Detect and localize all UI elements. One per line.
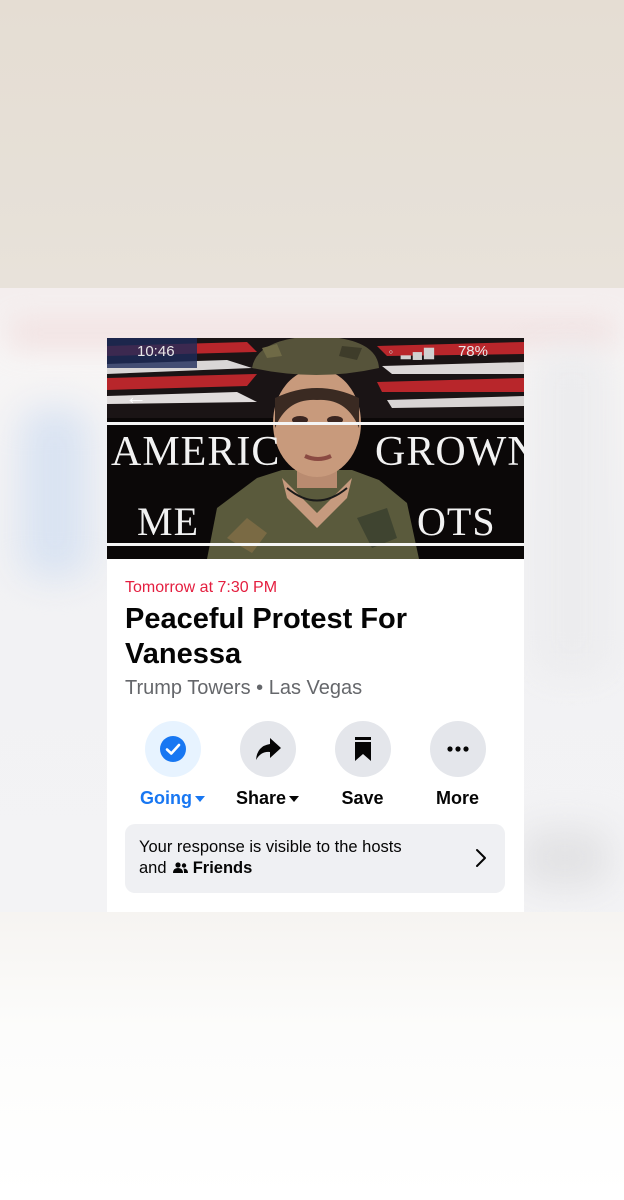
share-icon-circle[interactable]: [239, 721, 296, 777]
banner-text-right-2: OTS: [417, 499, 496, 544]
share-label[interactable]: Share: [220, 787, 315, 809]
blur-blob: [520, 828, 610, 888]
going-button[interactable]: Going: [125, 721, 220, 809]
caret-down-icon: [289, 796, 300, 803]
going-label-text: Going: [140, 788, 192, 808]
status-battery: 78%: [457, 343, 488, 360]
check-circle-icon: [159, 736, 186, 762]
caret-down-icon: [195, 796, 205, 803]
more-button[interactable]: More: [410, 721, 505, 809]
visibility-and: and: [139, 859, 167, 877]
event-time: Tomorrow at 7:30 PM: [125, 579, 278, 596]
going-icon-circle[interactable]: [144, 721, 201, 777]
share-button[interactable]: Share: [220, 721, 315, 809]
bookmark-icon: [354, 737, 371, 761]
event-screenshot-card: AMERIC GROWN ME OTS 10:46 ◦ ▂▄▆ 78% ← To…: [107, 338, 524, 912]
save-icon-circle[interactable]: [334, 721, 391, 777]
banner-rule: [107, 422, 524, 425]
status-time: 10:46: [137, 343, 175, 360]
save-label[interactable]: Save: [315, 787, 410, 809]
event-title: Peaceful Protest For Vanessa: [125, 603, 408, 670]
banner-text-right: GROWN: [375, 429, 524, 475]
event-actions: Going Share Save More: [125, 721, 505, 811]
banner-text-left-2: ME: [137, 499, 199, 544]
going-label[interactable]: Going: [125, 787, 220, 809]
event-details: Tomorrow at 7:30 PM Peaceful Protest For…: [125, 578, 505, 701]
ellipsis-icon: [446, 746, 469, 752]
chevron-right-icon: [476, 849, 486, 867]
background-bottom-band: [0, 912, 624, 1200]
background-top-band: [0, 0, 624, 290]
more-label[interactable]: More: [410, 787, 505, 809]
event-cover-image: AMERIC GROWN ME OTS 10:46 ◦ ▂▄▆ 78% ←: [107, 338, 524, 559]
blur-blob: [20, 408, 90, 578]
more-icon-circle[interactable]: [429, 721, 486, 777]
visibility-audience: Friends: [192, 859, 253, 877]
share-arrow-icon: [255, 738, 281, 760]
back-arrow-icon[interactable]: ←: [125, 384, 147, 410]
blur-blob: [532, 348, 612, 678]
event-location: Trump Towers • Las Vegas: [125, 677, 363, 699]
response-visibility-row[interactable]: Your response is visible to the hosts an…: [125, 824, 505, 893]
save-button[interactable]: Save: [315, 721, 410, 809]
signal-wifi-icon: ◦ ▂▄▆: [388, 344, 436, 359]
banner-rule-bottom: [107, 543, 524, 546]
banner-text-left: AMERIC: [111, 429, 281, 475]
visibility-line1: Your response is visible to the hosts: [139, 838, 402, 856]
share-label-text: Share: [235, 788, 287, 808]
visibility-text: Your response is visible to the hosts an…: [139, 837, 402, 879]
friends-icon: [173, 862, 189, 873]
